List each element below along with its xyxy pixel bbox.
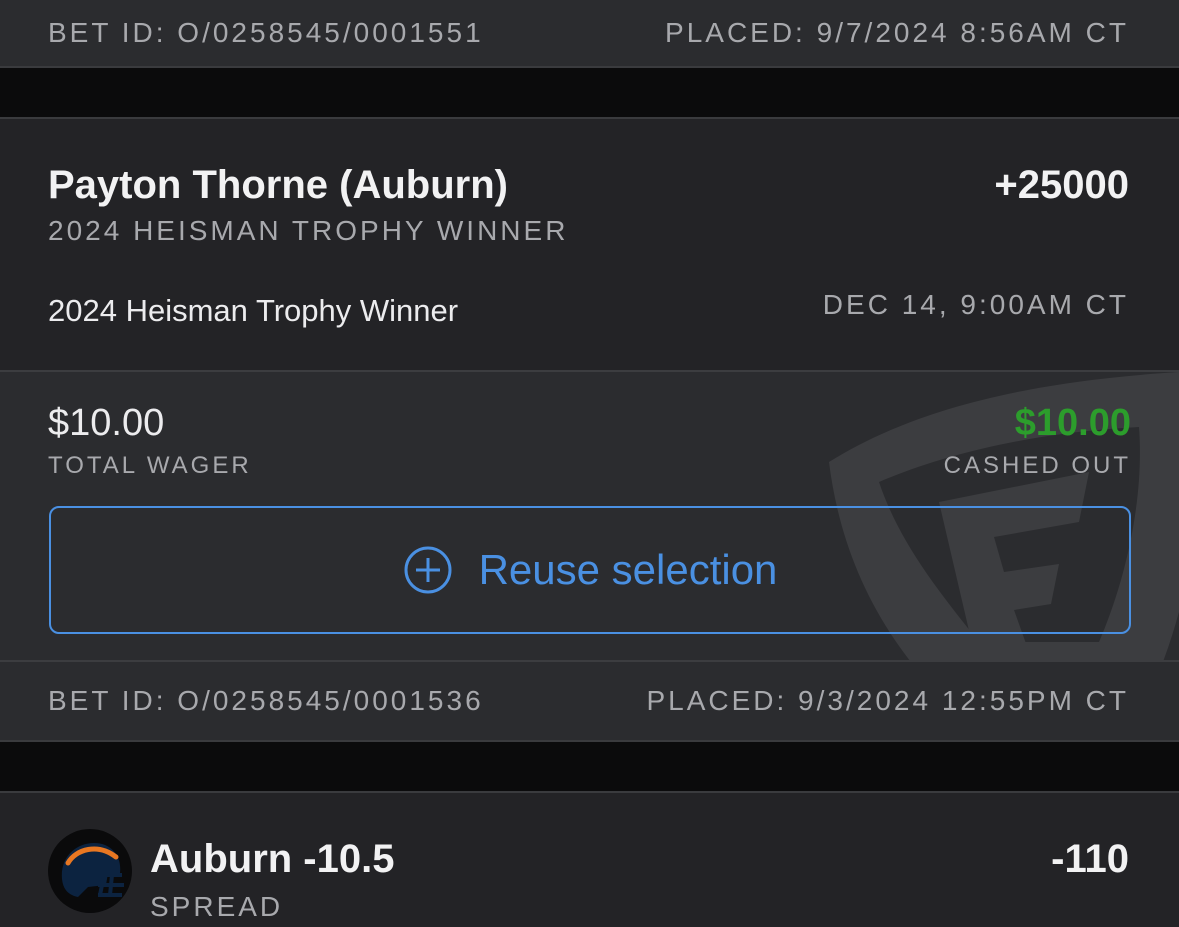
- total-wager-amount: $10.00: [48, 402, 165, 444]
- plus-circle-icon: [404, 546, 452, 594]
- card-separator: [0, 742, 1179, 791]
- placed-time-text: PLACED: 9/7/2024 8:56AM CT: [665, 17, 1129, 48]
- card-separator: [0, 68, 1179, 117]
- market-name: 2024 HEISMAN TROPHY WINNER: [48, 215, 569, 246]
- cashed-out-amount: $10.00: [1014, 402, 1131, 444]
- selection-name: Payton Thorne (Auburn): [48, 163, 508, 207]
- event-name: 2024 Heisman Trophy Winner: [48, 293, 459, 328]
- reuse-selection-label: Reuse selection: [478, 546, 778, 593]
- bet-footer-heisman: BET ID: O/0258545/0001536 PLACED: 9/3/20…: [0, 660, 1179, 742]
- bet-summary-section: $10.00 TOTAL WAGER $10.00 CASHED OUT Reu…: [0, 370, 1179, 660]
- bet-id-text: BET ID: O/0258545/0001536: [48, 685, 484, 716]
- reuse-selection-button[interactable]: Reuse selection: [49, 506, 1131, 634]
- auburn-helmet-icon: [48, 829, 132, 913]
- market-name: SPREAD: [150, 891, 284, 922]
- selection-odds: -110: [1051, 837, 1129, 881]
- total-wager-label: TOTAL WAGER: [48, 452, 252, 479]
- placed-time-text: PLACED: 9/3/2024 12:55PM CT: [646, 685, 1129, 716]
- selection-odds: +25000: [994, 163, 1129, 207]
- event-time: DEC 14, 9:00AM CT: [822, 289, 1129, 320]
- bet-id-text: BET ID: O/0258545/0001551: [48, 17, 484, 48]
- bet-footer-previous: BET ID: O/0258545/0001551 PLACED: 9/7/20…: [0, 0, 1179, 68]
- cashed-out-label: CASHED OUT: [943, 452, 1131, 479]
- selection-name: Auburn -10.5: [150, 837, 395, 881]
- bet-card-auburn-spread[interactable]: Auburn -10.5 SPREAD -110: [0, 791, 1179, 927]
- bet-history-page: BET ID: O/0258545/0001551 PLACED: 9/7/20…: [0, 0, 1179, 927]
- bet-card-heisman[interactable]: Payton Thorne (Auburn) +25000 2024 HEISM…: [0, 117, 1179, 370]
